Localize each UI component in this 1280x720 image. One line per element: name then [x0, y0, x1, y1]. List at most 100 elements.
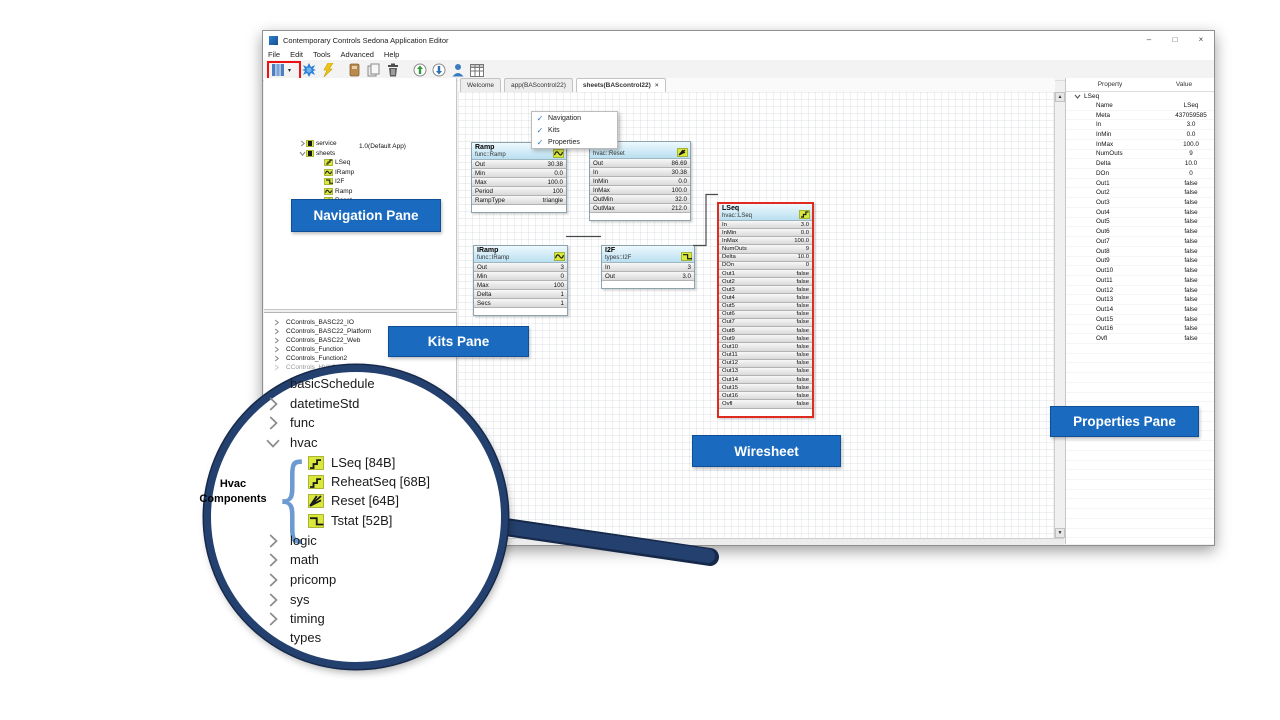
nav-tree-item-lseq[interactable]: LSeq	[316, 158, 350, 167]
property-row-out10[interactable]: Out10false	[1066, 266, 1214, 276]
menu-advanced[interactable]: Advanced	[336, 50, 379, 59]
block-pin-out6[interactable]: Out6false	[719, 311, 812, 319]
property-row-numouts[interactable]: NumOuts9	[1066, 150, 1214, 160]
block-pin-max[interactable]: Max100.0	[472, 178, 566, 187]
block-pin-outmin[interactable]: OutMin32.0	[590, 195, 690, 204]
scroll-up-arrow[interactable]: ▲	[1055, 92, 1065, 102]
property-row-inmin[interactable]: InMin0.0	[1066, 130, 1214, 140]
block-header[interactable]: IRampfunc::IRamp	[474, 246, 567, 263]
block-pin-out14[interactable]: Out14false	[719, 376, 812, 384]
nav-tree-item-sheets[interactable]: sheets	[298, 149, 335, 158]
tree-chevron[interactable]	[272, 328, 280, 335]
tab-app-bascontrol22-[interactable]: app(BAScontrol22)	[504, 78, 573, 92]
copy-icon[interactable]	[365, 62, 382, 78]
tree-chevron[interactable]	[298, 150, 306, 157]
block-pin-numouts[interactable]: NumOuts9	[719, 245, 812, 253]
block-iramp[interactable]: IRampfunc::IRampOut3Min0Max100Delta1Secs…	[473, 245, 568, 316]
block-pin-don[interactable]: DOn0	[719, 262, 812, 270]
block-pin-outmax[interactable]: OutMax212.0	[590, 204, 690, 213]
property-row-out7[interactable]: Out7false	[1066, 237, 1214, 247]
property-row-ovfl[interactable]: Ovflfalse	[1066, 334, 1214, 344]
nav-tree-item-ramp[interactable]: Ramp	[316, 187, 352, 196]
property-row-out13[interactable]: Out13false	[1066, 295, 1214, 305]
property-row-out6[interactable]: Out6false	[1066, 227, 1214, 237]
block-i2f[interactable]: I2Ftypes::I2FIn3Out3.0	[601, 245, 695, 289]
block-pin-out7[interactable]: Out7false	[719, 319, 812, 327]
power-icon[interactable]	[319, 62, 336, 78]
block-pin-out[interactable]: Out30.38	[472, 160, 566, 169]
view-menu-item-kits[interactable]: ✓Kits	[532, 124, 617, 136]
property-row-in[interactable]: In3.0	[1066, 120, 1214, 130]
program-icon[interactable]	[346, 62, 363, 78]
property-row-don[interactable]: DOn0	[1066, 169, 1214, 179]
property-row-out3[interactable]: Out3false	[1066, 198, 1214, 208]
block-pin-inmax[interactable]: InMax100.0	[719, 237, 812, 245]
wiresheet-vertical-scrollbar[interactable]: ▲ ▼	[1054, 92, 1065, 538]
block-pin-ovfl[interactable]: Ovflfalse	[719, 400, 812, 408]
kits-item-4[interactable]: CControls_Function	[272, 345, 343, 354]
property-row-out2[interactable]: Out2false	[1066, 188, 1214, 198]
block-pin-inmin[interactable]: InMin0.0	[590, 177, 690, 186]
menu-tools[interactable]: Tools	[308, 50, 336, 59]
tree-chevron[interactable]	[272, 319, 280, 326]
nav-tree-item-service[interactable]: service	[298, 139, 337, 148]
menu-edit[interactable]: Edit	[285, 50, 308, 59]
panes-toggle-dropdown-arrow[interactable]: ▾	[288, 67, 291, 74]
block-pin-out[interactable]: Out3.0	[602, 272, 694, 281]
block-lseq[interactable]: LSeqhvac::LSeqIn3.0InMin0.0InMax100.0Num…	[717, 202, 814, 418]
property-row-out14[interactable]: Out14false	[1066, 305, 1214, 315]
nav-tree-item-iramp[interactable]: IRamp	[316, 168, 354, 177]
trash-icon[interactable]	[384, 62, 401, 78]
property-row-inmax[interactable]: InMax100.0	[1066, 140, 1214, 150]
property-row-name[interactable]: NameLSeq	[1066, 101, 1214, 111]
close-button[interactable]: ×	[1188, 31, 1214, 49]
tree-chevron[interactable]	[272, 337, 280, 344]
kits-item-2[interactable]: CControls_BASC22_Platform	[272, 327, 371, 336]
tree-chevron[interactable]	[298, 140, 306, 147]
get-icon[interactable]	[430, 62, 447, 78]
block-pin-out8[interactable]: Out8false	[719, 327, 812, 335]
connect-icon[interactable]	[300, 62, 317, 78]
block-ramp[interactable]: Rampfunc::RampOut30.38Min0.0Max100.0Peri…	[471, 142, 567, 213]
block-pin-out12[interactable]: Out12false	[719, 360, 812, 368]
kits-item-1[interactable]: CControls_BASC22_IO	[272, 318, 354, 327]
property-row-out16[interactable]: Out16false	[1066, 325, 1214, 335]
menu-help[interactable]: Help	[379, 50, 404, 59]
view-menu-item-properties[interactable]: ✓Properties	[532, 136, 617, 148]
property-row-out8[interactable]: Out8false	[1066, 247, 1214, 257]
block-header[interactable]: I2Ftypes::I2F	[602, 246, 694, 263]
block-pin-out13[interactable]: Out13false	[719, 368, 812, 376]
block-pin-out1[interactable]: Out1false	[719, 270, 812, 278]
maximize-button[interactable]: □	[1162, 31, 1188, 49]
block-pin-inmin[interactable]: InMin0.0	[719, 229, 812, 237]
property-row-delta[interactable]: Delta10.0	[1066, 159, 1214, 169]
wiresheet-horizontal-scrollbar[interactable]	[458, 538, 1064, 545]
property-row-out1[interactable]: Out1false	[1066, 179, 1214, 189]
kits-item-3[interactable]: CControls_BASC22_Web	[272, 336, 360, 345]
block-pin-delta[interactable]: Delta10.0	[719, 254, 812, 262]
tree-chevron[interactable]	[272, 346, 280, 353]
tree-chevron[interactable]	[272, 364, 280, 371]
block-pin-max[interactable]: Max100	[474, 281, 567, 290]
tab-welcome[interactable]: Welcome	[460, 78, 501, 92]
block-pin-ramptype[interactable]: RampTypetriangle	[472, 196, 566, 205]
tab-close-icon[interactable]: ×	[655, 82, 659, 89]
block-pin-out9[interactable]: Out9false	[719, 335, 812, 343]
scroll-down-arrow[interactable]: ▼	[1055, 528, 1065, 538]
property-column-header[interactable]: Property	[1066, 81, 1154, 88]
block-pin-out11[interactable]: Out11false	[719, 352, 812, 360]
panes-toggle-icon[interactable]	[269, 62, 286, 78]
block-pin-out[interactable]: Out86.69	[590, 159, 690, 168]
user-icon[interactable]	[449, 62, 466, 78]
wiresheet-canvas[interactable]: Rampfunc::RampOut30.38Min0.0Max100.0Peri…	[458, 92, 1054, 538]
block-pin-inmax[interactable]: InMax100.0	[590, 186, 690, 195]
property-row-out12[interactable]: Out12false	[1066, 286, 1214, 296]
block-header[interactable]: LSeqhvac::LSeq	[719, 204, 812, 221]
title-bar[interactable]: Contemporary Controls Sedona Application…	[263, 31, 1214, 49]
put-icon[interactable]	[411, 62, 428, 78]
block-pin-out16[interactable]: Out16false	[719, 392, 812, 400]
block-pin-out5[interactable]: Out5false	[719, 303, 812, 311]
block-pin-out2[interactable]: Out2false	[719, 278, 812, 286]
block-pin-min[interactable]: Min0.0	[472, 169, 566, 178]
block-reset[interactable]: Resethvac::ResetOut86.69In30.38InMin0.0I…	[589, 141, 691, 221]
